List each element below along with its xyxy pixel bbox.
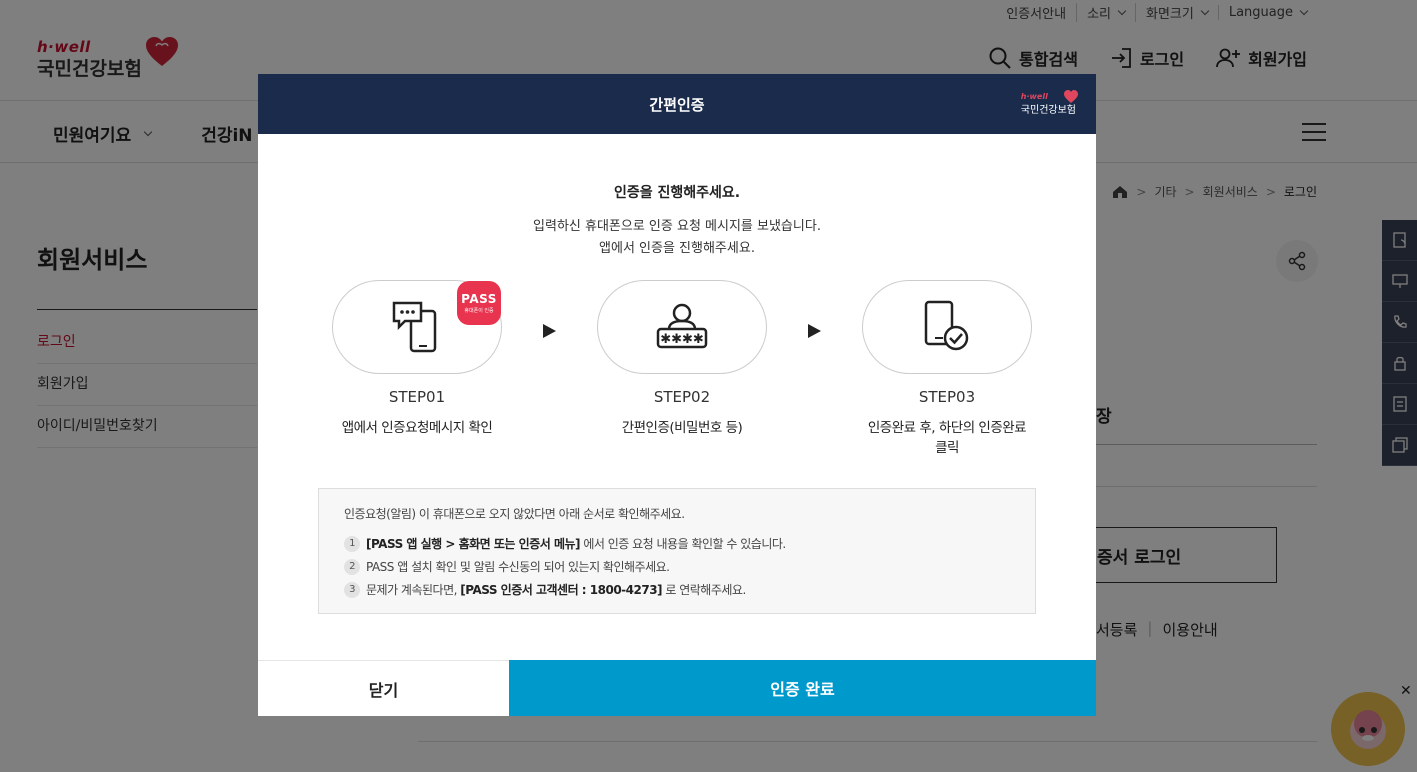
step-2-icon-wrap: ✱✱✱✱ (597, 280, 767, 374)
svg-text:✱✱✱✱: ✱✱✱✱ (660, 332, 704, 347)
pass-app-badge: PASS 휴대폰이 인증 (457, 281, 501, 325)
modal-header: 간편인증 h·well 국민건강보험 (258, 74, 1096, 134)
help-item-rest: 에서 인증 요청 내용을 확인할 수 있습니다. (580, 537, 786, 551)
help-info-box: 인증요청(알림) 이 휴대폰으로 오지 않았다면 아래 순서로 확인해주세요. … (318, 488, 1036, 614)
close-button[interactable]: 닫기 (258, 661, 509, 716)
modal-title: 간편인증 (649, 95, 705, 114)
help-item: 3 문제가 계속된다면, [PASS 인증서 고객센터 : 1800-4273]… (344, 578, 1010, 601)
help-item-text: 문제가 계속된다면, [PASS 인증서 고객센터 : 1800-4273] 로… (366, 581, 746, 598)
help-item: 2 PASS 앱 설치 확인 및 알림 수신동의 되어 있는지 확인해주세요. (344, 555, 1010, 578)
help-item-text: [PASS 앱 실행 > 홈화면 또는 인증서 메뉴] 에서 인증 요청 내용을… (366, 535, 786, 552)
step-label: STEP03 (918, 388, 976, 406)
step-label: STEP01 (388, 388, 446, 406)
step-label: STEP02 (653, 388, 711, 406)
auth-complete-button[interactable]: 인증 완료 (509, 660, 1096, 716)
phone-message-icon (392, 301, 437, 353)
step-1: PASS 휴대폰이 인증 STEP01 앱에서 인증요청메시지 확인 (332, 280, 502, 436)
pass-badge-title: PASS (461, 292, 497, 306)
help-item-pre: 문제가 계속된다면, (366, 583, 461, 597)
step-1-icon-wrap: PASS 휴대폰이 인증 (332, 280, 502, 374)
step-2: ✱✱✱✱ STEP02 간편인증(비밀번호 등) (597, 280, 767, 436)
phone-check-icon (924, 300, 969, 351)
arrow-right-icon (808, 324, 821, 338)
step-3: STEP03 인증완료 후, 하단의 인증완료 클릭 (862, 280, 1032, 456)
arrow-right-icon (543, 324, 556, 338)
pass-badge-sub: 휴대폰이 인증 (464, 308, 494, 314)
heart-logo-icon (1064, 90, 1078, 103)
help-item: 1 [PASS 앱 실행 > 홈화면 또는 인증서 메뉴] 에서 인증 요청 내… (344, 532, 1010, 555)
step-desc: 앱에서 인증요청메시지 확인 (341, 420, 493, 436)
step-desc: 인증완료 후, 하단의 인증완료 클릭 (867, 420, 1027, 456)
user-password-icon: ✱✱✱✱ (656, 303, 708, 349)
help-item-bold: [PASS 앱 실행 > 홈화면 또는 인증서 메뉴] (366, 537, 581, 551)
help-item-bold: [PASS 인증서 고객센터 : 1800-4273] (460, 583, 663, 597)
modal-footer: 닫기 인증 완료 (258, 660, 1096, 716)
help-item-number: 3 (344, 581, 360, 598)
modal-desc-line: 입력하신 휴대폰으로 인증 요청 메시지를 보냈습니다. (533, 219, 821, 234)
step-3-icon-wrap (862, 280, 1032, 374)
modal-desc-line: 앱에서 인증을 진행해주세요. (599, 241, 755, 256)
help-item-number: 1 (344, 535, 360, 552)
modal-heading: 인증을 진행해주세요. (613, 185, 741, 201)
simple-auth-modal: 간편인증 h·well 국민건강보험 인증을 진행해주세요. 입력하신 휴대폰으… (258, 74, 1096, 716)
step-desc: 간편인증(비밀번호 등) (621, 420, 743, 436)
help-item-rest: 로 연락해주세요. (662, 583, 746, 597)
help-intro: 인증요청(알림) 이 휴대폰으로 오지 않았다면 아래 순서로 확인해주세요. (344, 507, 685, 521)
help-item-number: 2 (344, 558, 360, 575)
modal-logo: h·well 국민건강보험 (1021, 90, 1078, 116)
modal-description: 입력하신 휴대폰으로 인증 요청 메시지를 보냈습니다. 앱에서 인증을 진행해… (258, 216, 1096, 260)
help-item-rest: PASS 앱 설치 확인 및 알림 수신동의 되어 있는지 확인해주세요. (366, 560, 670, 574)
